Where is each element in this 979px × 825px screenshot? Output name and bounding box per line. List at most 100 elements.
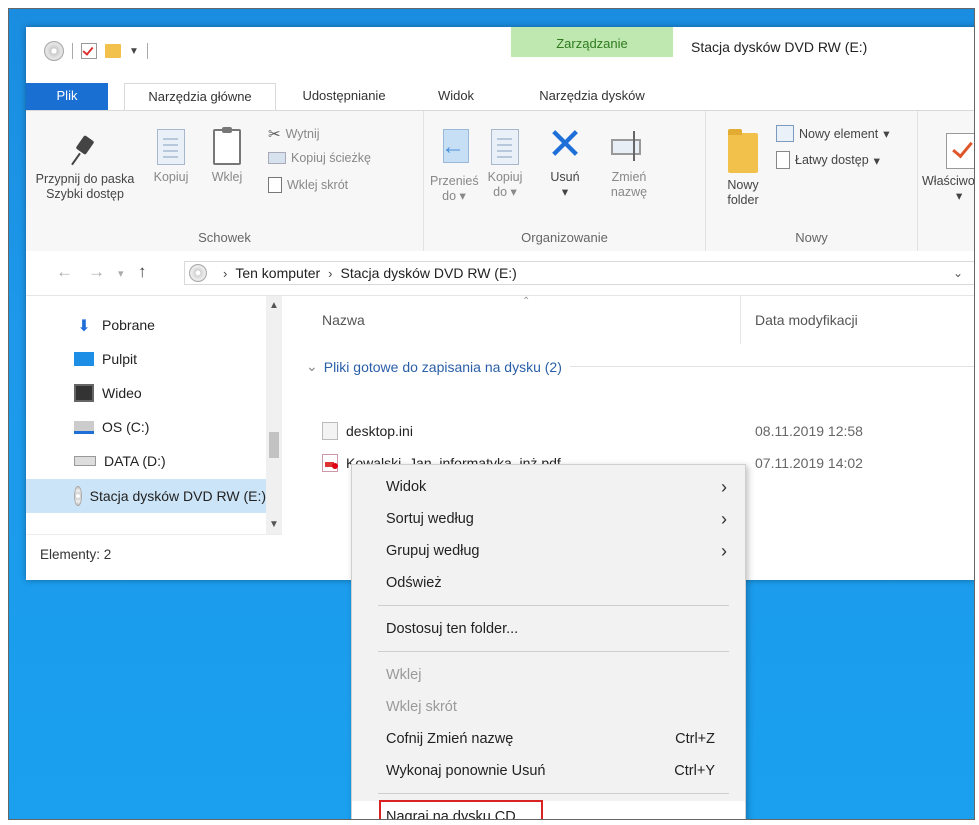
new-item-button[interactable]: Nowy element ▾ xyxy=(776,125,889,142)
menu-item-redo-delete[interactable]: Wykonaj ponownie Usuń Ctrl+Y xyxy=(352,755,745,787)
address-bar-row: ← → ▾ ↑ › Ten komputer › Stacja dysków D… xyxy=(26,251,974,296)
title-bar: ▼ Zarządzanie Stacja dysków DVD RW (E:) xyxy=(26,27,974,84)
copy-to-icon xyxy=(491,129,519,165)
group-collapse-chevron-icon[interactable]: ⌄ xyxy=(306,358,318,375)
nav-item-desktop[interactable]: Pulpit xyxy=(26,342,266,376)
rename-icon xyxy=(609,125,649,165)
column-header-name[interactable]: Nazwa xyxy=(322,312,365,328)
tab-file[interactable]: Plik xyxy=(26,83,108,110)
new-folder-label-line2: folder xyxy=(727,193,759,207)
easy-access-icon xyxy=(776,151,790,169)
paste-shortcut-icon xyxy=(268,177,282,193)
scroll-down-arrow-icon[interactable]: ▼ xyxy=(269,519,279,530)
menu-separator xyxy=(378,651,729,652)
submenu-arrow-icon: › xyxy=(721,477,727,497)
tab-view[interactable]: Widok xyxy=(422,83,490,111)
address-dropdown-chevron-icon[interactable]: ⌄ xyxy=(953,266,963,280)
system-drive-icon xyxy=(74,420,94,434)
tab-home[interactable]: Narzędzia główne xyxy=(124,83,276,111)
file-date: 07.11.2019 14:02 xyxy=(755,455,863,471)
new-folder-icon[interactable] xyxy=(105,44,121,58)
properties-button[interactable]: Właściwości ▾ xyxy=(922,133,974,204)
copy-to-button[interactable]: Kopiuj do ▾ xyxy=(482,129,528,200)
menu-item-undo-rename[interactable]: Cofnij Zmień nazwę Ctrl+Z xyxy=(352,723,745,755)
easy-access-button[interactable]: Łatwy dostęp ▾ xyxy=(776,151,880,169)
paste-shortcut-button[interactable]: Wklej skrót xyxy=(268,177,348,193)
group-header-label: Pliki gotowe do zapisania na dysku (2) xyxy=(323,358,562,375)
nav-item-downloads[interactable]: ⬇ Pobrane xyxy=(26,308,266,342)
menu-item-label: Wklej xyxy=(386,667,422,683)
customize-toolbar-dropdown-icon[interactable]: ▼ xyxy=(129,46,139,57)
column-header-date[interactable]: Data modyfikacji xyxy=(755,312,858,328)
move-to-button[interactable]: Przenieś do ▾ xyxy=(430,129,479,204)
cut-label: Wytnij xyxy=(285,127,320,141)
menu-item-label: Cofnij Zmień nazwę xyxy=(386,731,514,747)
back-arrow-icon[interactable]: ← xyxy=(56,262,73,282)
properties-icon xyxy=(946,133,974,169)
toolbar-separator xyxy=(72,43,73,59)
clipboard-group: Przypnij do paska Szybki dostęp Kopiuj W… xyxy=(26,111,424,251)
menu-item-label: Dostosuj ten folder... xyxy=(386,621,519,637)
breadcrumb-this-pc[interactable]: Ten komputer xyxy=(235,265,320,281)
desktop-icon xyxy=(74,352,94,366)
easy-access-label: Łatwy dostęp xyxy=(795,153,869,167)
ribbon: Przypnij do paska Szybki dostęp Kopiuj W… xyxy=(26,110,974,252)
copy-path-button[interactable]: Kopiuj ścieżkę xyxy=(268,151,371,165)
rename-label-line1: Zmień xyxy=(611,170,647,184)
nav-item-drive-d[interactable]: DATA (D:) xyxy=(26,444,266,478)
easy-access-dropdown-icon: ▾ xyxy=(873,153,880,168)
nav-item-label: Wideo xyxy=(102,385,142,401)
menu-item-group-by[interactable]: Grupuj według › xyxy=(352,535,745,567)
window-title: Stacja dysków DVD RW (E:) xyxy=(691,39,868,55)
nav-item-label: Stacja dysków DVD RW (E:) xyxy=(89,488,266,504)
nav-item-drive-c[interactable]: OS (C:) xyxy=(26,410,266,444)
forward-arrow-icon[interactable]: → xyxy=(88,262,105,282)
organize-group: Przenieś do ▾ Kopiuj do ▾ ✕ Usuń ▾ Zmień… xyxy=(424,111,706,251)
copy-button[interactable]: Kopiuj xyxy=(148,129,194,185)
organize-group-label: Organizowanie xyxy=(521,230,608,245)
file-row[interactable]: desktop.ini 08.11.2019 12:58 xyxy=(322,418,974,444)
cut-button[interactable]: ✂ Wytnij xyxy=(268,125,320,143)
rename-label-line2: nazwę xyxy=(610,185,648,199)
file-group-header[interactable]: ⌄ Pliki gotowe do zapisania na dysku (2) xyxy=(306,358,974,375)
group-divider-line xyxy=(569,366,974,367)
pin-icon xyxy=(70,133,100,167)
navigation-pane: ⬇ Pobrane Pulpit Wideo OS (C:) DATA (D:) xyxy=(26,296,282,534)
copy-label: Kopiuj xyxy=(153,170,189,184)
menu-shortcut: Ctrl+Z xyxy=(675,731,715,747)
nav-item-label: OS (C:) xyxy=(102,419,150,435)
delete-button[interactable]: ✕ Usuń ▾ xyxy=(540,123,590,200)
tab-share[interactable]: Udostępnianie xyxy=(288,83,400,111)
context-tab-group: Zarządzanie xyxy=(511,27,673,84)
nav-scrollbar[interactable]: ▲ ▼ xyxy=(266,296,282,534)
address-breadcrumb[interactable]: › Ten komputer › Stacja dysków DVD RW (E… xyxy=(184,261,974,285)
breadcrumb-chevron-icon[interactable]: › xyxy=(328,266,332,281)
menu-item-customize-folder[interactable]: Dostosuj ten folder... xyxy=(352,613,745,645)
scrollbar-thumb[interactable] xyxy=(269,432,279,458)
scroll-up-arrow-icon[interactable]: ▲ xyxy=(269,300,279,311)
up-arrow-icon[interactable]: ↑ xyxy=(138,262,147,282)
new-folder-button[interactable]: Nowy folder xyxy=(720,129,766,208)
nav-item-videos[interactable]: Wideo xyxy=(26,376,266,410)
breadcrumb-dvd-drive[interactable]: Stacja dysków DVD RW (E:) xyxy=(341,265,517,281)
paste-button[interactable]: Wklej xyxy=(204,127,250,185)
clipboard-icon xyxy=(213,127,241,165)
menu-item-sort-by[interactable]: Sortuj według › xyxy=(352,503,745,535)
recent-locations-chevron-icon[interactable]: ▾ xyxy=(118,267,124,280)
menu-item-refresh[interactable]: Odśwież xyxy=(352,567,745,599)
new-item-dropdown-icon: ▾ xyxy=(883,127,890,141)
nav-item-dvd-drive[interactable]: Stacja dysków DVD RW (E:) xyxy=(26,479,266,513)
column-divider[interactable] xyxy=(740,296,741,344)
pin-quick-access-button[interactable]: Przypnij do paska Szybki dostęp xyxy=(30,133,140,202)
tab-drive-tools[interactable]: Narzędzia dysków xyxy=(511,83,673,111)
file-date: 08.11.2019 12:58 xyxy=(755,423,863,439)
properties-check-icon[interactable] xyxy=(81,43,97,59)
menu-item-label: Wklej skrót xyxy=(386,699,457,715)
hard-drive-icon xyxy=(74,456,96,466)
copy-to-label-line2: do xyxy=(493,185,508,199)
menu-item-view[interactable]: Widok › xyxy=(352,471,745,503)
breadcrumb-chevron-icon[interactable]: › xyxy=(223,266,227,281)
menu-item-paste: Wklej xyxy=(352,659,745,691)
rename-button[interactable]: Zmień nazwę xyxy=(600,125,658,200)
clipboard-group-label: Schowek xyxy=(198,230,251,245)
